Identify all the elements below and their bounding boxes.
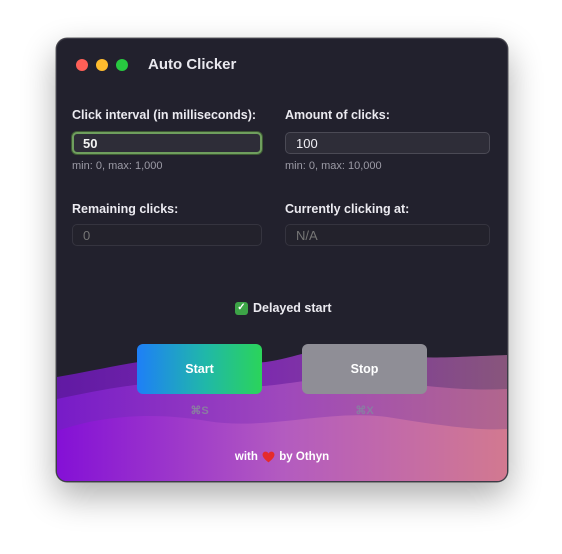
heart-icon — [262, 451, 275, 463]
amount-of-clicks-label: Amount of clicks: — [285, 108, 390, 122]
amount-of-clicks-hint: min: 0, max: 10,000 — [285, 160, 382, 172]
footer-suffix: by Othyn — [279, 451, 330, 464]
start-shortcut-label: ⌘S — [190, 405, 209, 417]
click-interval-hint: min: 0, max: 1,000 — [72, 160, 163, 172]
currently-clicking-field — [285, 224, 490, 246]
currently-clicking-label: Currently clicking at: — [285, 202, 410, 216]
window-title: Auto Clicker — [148, 56, 237, 73]
background-waves — [57, 348, 507, 481]
delayed-start-label[interactable]: Delayed start — [253, 301, 332, 315]
click-interval-label: Click interval (in milliseconds): — [72, 108, 257, 122]
minimize-window-button[interactable] — [96, 59, 108, 71]
amount-of-clicks-input[interactable] — [285, 132, 490, 154]
start-button[interactable]: Start — [137, 344, 262, 394]
footer-credit: with by Othyn — [57, 451, 507, 463]
app-window: Auto Clicker Click interval (in millisec… — [56, 38, 508, 482]
delayed-start-checkbox-row[interactable]: ✓ Delayed start — [235, 301, 332, 315]
maximize-window-button[interactable] — [116, 59, 128, 71]
close-window-button[interactable] — [76, 59, 88, 71]
stop-button[interactable]: Stop — [302, 344, 427, 394]
stop-shortcut-label: ⌘X — [355, 405, 374, 417]
footer-prefix: with — [234, 451, 258, 464]
checkmark-icon[interactable]: ✓ — [235, 301, 248, 315]
remaining-clicks-field — [72, 224, 262, 246]
remaining-clicks-label: Remaining clicks: — [72, 202, 179, 216]
click-interval-input[interactable] — [72, 132, 262, 154]
